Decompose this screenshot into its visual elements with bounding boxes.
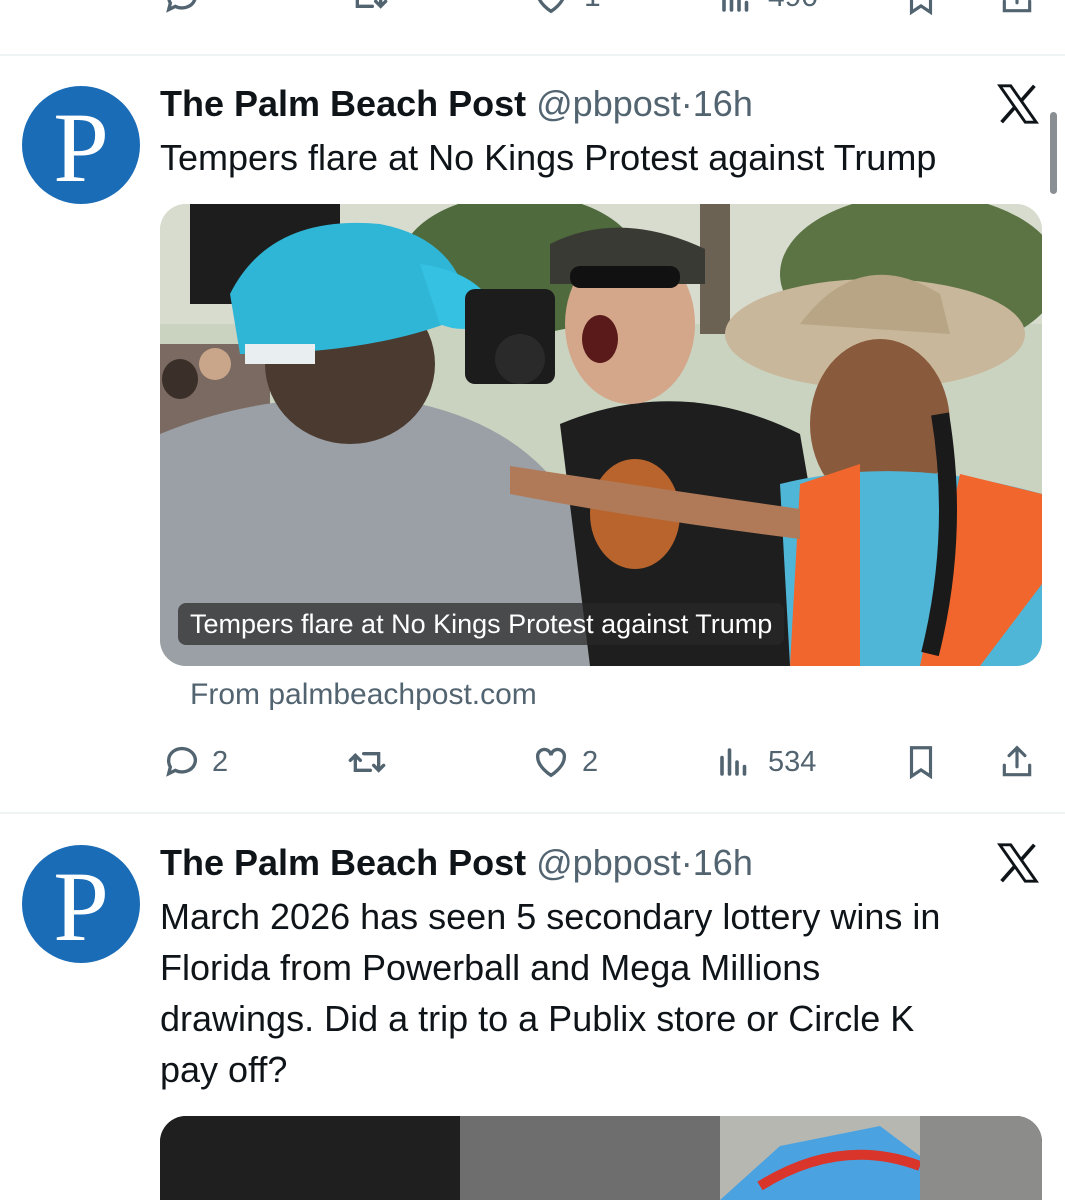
link-source[interactable]: From palmbeachpost.com — [190, 678, 537, 712]
reply-icon[interactable] — [162, 742, 202, 782]
tweet-card[interactable]: P The Palm Beach Post @pbpost·16h Temper… — [0, 0, 1065, 812]
tweet-text-line: Florida from Powerball and Mega Millions — [160, 947, 821, 988]
author-name[interactable]: The Palm Beach Post — [160, 83, 526, 124]
tweet-text-line: pay off? — [160, 1049, 288, 1090]
separator-dot: · — [680, 83, 693, 124]
media-caption: Tempers flare at No Kings Protest agains… — [178, 603, 785, 645]
timestamp[interactable]: 16h — [693, 842, 753, 883]
reply-count: 2 — [212, 746, 229, 778]
like-icon[interactable] — [530, 742, 572, 782]
views-count: 534 — [768, 746, 817, 778]
views-icon[interactable] — [716, 742, 752, 782]
tweet-header: The Palm Beach Post @pbpost·16h — [160, 841, 753, 885]
tweet-actions: 2 2 534 — [0, 742, 1065, 782]
divider — [0, 812, 1065, 814]
like-count: 2 — [582, 746, 599, 778]
tweet-media-image[interactable] — [160, 204, 1042, 666]
x-logo-icon — [996, 843, 1040, 883]
tweet-header: The Palm Beach Post @pbpost·16h — [160, 82, 753, 126]
tweet-text: Tempers flare at No Kings Protest agains… — [160, 137, 937, 178]
lottery-photo — [160, 1116, 1042, 1200]
timestamp[interactable]: 16h — [693, 83, 753, 124]
author-handle[interactable]: @pbpost — [536, 842, 681, 883]
tweet-text-line: drawings. Did a trip to a Publix store o… — [160, 998, 915, 1039]
scrollbar[interactable] — [1050, 112, 1057, 194]
tweet-text: March 2026 has seen 5 secondary lottery … — [160, 891, 1040, 1095]
retweet-icon[interactable] — [346, 742, 388, 782]
avatar[interactable]: P — [22, 845, 140, 963]
avatar-letter: P — [53, 92, 109, 203]
protest-photo — [160, 204, 1042, 666]
tweet-text-line: March 2026 has seen 5 secondary lottery … — [160, 896, 941, 937]
avatar[interactable]: P — [22, 86, 140, 204]
avatar-letter: P — [53, 851, 109, 962]
bookmark-icon[interactable] — [902, 742, 940, 782]
author-handle[interactable]: @pbpost — [536, 83, 681, 124]
share-icon[interactable] — [998, 742, 1036, 782]
x-logo-icon — [996, 84, 1040, 124]
separator-dot: · — [680, 842, 693, 883]
tweet-media-image[interactable] — [160, 1116, 1042, 1200]
author-name[interactable]: The Palm Beach Post — [160, 842, 526, 883]
